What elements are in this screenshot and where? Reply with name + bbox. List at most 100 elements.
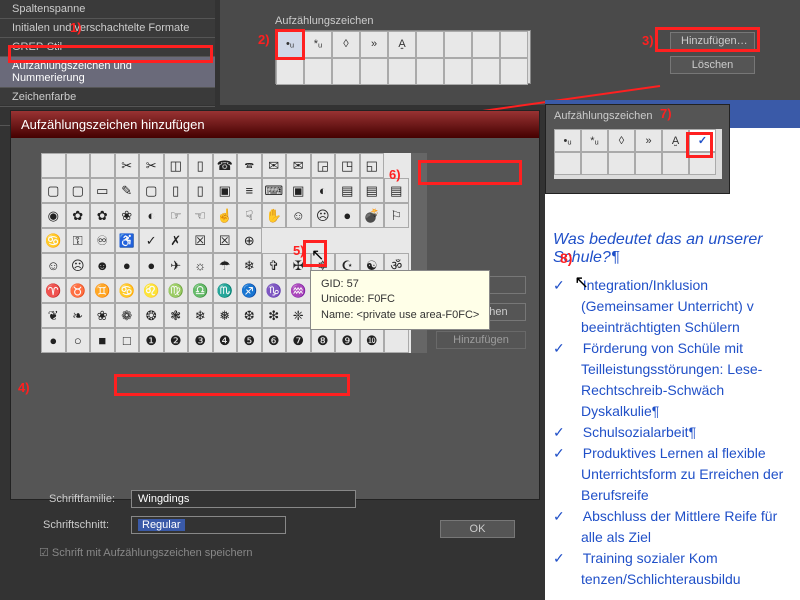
glyph-cell[interactable]: ❸ (188, 328, 213, 353)
glyph-cell[interactable]: ❽ (311, 328, 336, 353)
glyph-cell[interactable]: ❀ (115, 203, 140, 228)
glyph-cell[interactable]: ✂ (139, 153, 164, 178)
glyph-cell[interactable]: ❶ (139, 328, 164, 353)
glyph-cell[interactable]: ≡ (237, 178, 262, 203)
bullet-cell[interactable]: » (360, 31, 388, 58)
glyph-cell[interactable]: ❈ (286, 303, 311, 328)
glyph-cell[interactable]: ☎ (213, 153, 238, 178)
bullet-cell[interactable]: *ᵤ (581, 129, 608, 152)
glyph-cell[interactable]: ❄ (188, 303, 213, 328)
glyph-cell[interactable]: ⚐ (384, 203, 409, 228)
glyph-cell[interactable]: ❇ (262, 303, 287, 328)
glyph-cell[interactable]: ❼ (286, 328, 311, 353)
glyph-cell[interactable]: ● (41, 328, 66, 353)
font-style-dropdown[interactable]: Regular (131, 516, 286, 534)
glyph-cell[interactable]: ■ (90, 328, 115, 353)
glyph-cell[interactable]: 💣 (360, 203, 385, 228)
bullet-cell[interactable] (416, 31, 444, 58)
glyph-cell[interactable]: ❦ (41, 303, 66, 328)
glyph-cell[interactable]: ♿ (115, 228, 140, 253)
bullet-cell[interactable] (276, 58, 304, 85)
glyph-cell[interactable]: □ (115, 328, 140, 353)
glyph-cell[interactable]: ♋ (115, 278, 140, 303)
glyph-cell[interactable]: ❁ (115, 303, 140, 328)
glyph-cell[interactable]: ☞ (164, 203, 189, 228)
glyph-cell[interactable]: ♊ (90, 278, 115, 303)
glyph-cell[interactable]: ☂ (213, 253, 238, 278)
glyph-cell[interactable]: ♏ (213, 278, 238, 303)
bullet-cell[interactable] (581, 152, 608, 175)
glyph-cell[interactable]: ☹ (311, 203, 336, 228)
glyph-cell[interactable]: ◫ (164, 153, 189, 178)
glyph-cell[interactable]: ❀ (90, 303, 115, 328)
glyph-cell[interactable]: ● (115, 253, 140, 278)
glyph-cell[interactable]: ⊕ (237, 228, 262, 253)
bullet-cell[interactable] (608, 152, 635, 175)
glyph-cell[interactable]: ▤ (335, 178, 360, 203)
glyph-cell[interactable]: ❾ (335, 328, 360, 353)
glyph-cell[interactable] (90, 153, 115, 178)
glyph-cell[interactable]: ❹ (213, 328, 238, 353)
glyph-cell[interactable]: ⚿ (66, 228, 91, 253)
glyph-cell[interactable]: ♍ (164, 278, 189, 303)
bullet-cell[interactable] (554, 152, 581, 175)
glyph-cell[interactable]: ❷ (164, 328, 189, 353)
bullet-cell[interactable]: *ᵤ (304, 31, 332, 58)
glyph-cell[interactable]: ✉ (286, 153, 311, 178)
glyph-cell[interactable]: ☻ (90, 253, 115, 278)
glyph-cell[interactable]: ❄ (237, 253, 262, 278)
bullet-cell[interactable] (500, 58, 528, 85)
glyph-cell[interactable]: ♾ (90, 228, 115, 253)
bullet-cell[interactable] (332, 58, 360, 85)
glyph-cell[interactable]: ☒ (213, 228, 238, 253)
glyph-cell[interactable]: ▯ (188, 153, 213, 178)
font-family-dropdown[interactable]: Wingdings (131, 490, 356, 508)
glyph-cell[interactable]: ☹ (66, 253, 91, 278)
glyph-cell[interactable]: ✉ (262, 153, 287, 178)
glyph-cell[interactable]: ☜ (188, 203, 213, 228)
glyph-cell[interactable]: ▣ (286, 178, 311, 203)
glyph-cell[interactable]: ▯ (188, 178, 213, 203)
glyph-cell[interactable] (66, 153, 91, 178)
glyph-cell[interactable] (41, 153, 66, 178)
glyph-cell[interactable]: ✓ (139, 228, 164, 253)
glyph-cell[interactable]: ○ (66, 328, 91, 353)
glyph-cell[interactable]: ✂ (115, 153, 140, 178)
bullet-cell[interactable] (304, 58, 332, 85)
glyph-cell[interactable]: ✋ (262, 203, 287, 228)
glyph-cell[interactable]: ❆ (237, 303, 262, 328)
glyph-cell[interactable]: ❧ (66, 303, 91, 328)
bullet-cell[interactable] (444, 31, 472, 58)
glyph-cell[interactable]: ✈ (164, 253, 189, 278)
glyph-cell[interactable]: ✗ (164, 228, 189, 253)
sidebar-item[interactable]: Spaltenspanne (0, 0, 215, 19)
glyph-cell[interactable]: ☺ (286, 203, 311, 228)
dialog-add-button[interactable]: Hinzufügen (436, 331, 526, 349)
glyph-cell[interactable]: ☝ (213, 203, 238, 228)
bullet-cell[interactable]: •ᵤ (554, 129, 581, 152)
glyph-cell[interactable]: ◱ (360, 153, 385, 178)
bullet-cell[interactable]: ◊ (608, 129, 635, 152)
glyph-cell[interactable]: ☟ (237, 203, 262, 228)
bullet-cell[interactable]: A͍ (388, 31, 416, 58)
glyph-cell[interactable]: ❂ (139, 303, 164, 328)
glyph-cell[interactable]: ♒ (286, 278, 311, 303)
glyph-cell[interactable]: ♉ (66, 278, 91, 303)
glyph-cell[interactable]: ▣ (213, 178, 238, 203)
glyph-cell[interactable]: ✎ (115, 178, 140, 203)
glyph-cell[interactable]: ♈ (41, 278, 66, 303)
bullet-cell[interactable]: A͍ (662, 129, 689, 152)
delete-button[interactable]: Löschen (670, 56, 755, 74)
glyph-cell[interactable]: ☒ (188, 228, 213, 253)
glyph-cell[interactable]: ● (335, 203, 360, 228)
bullet-cell[interactable]: » (635, 129, 662, 152)
glyph-cell[interactable]: ▢ (41, 178, 66, 203)
glyph-cell[interactable]: ◳ (335, 153, 360, 178)
bullet-grid-main[interactable]: •ᵤ*ᵤ◊»A͍ (275, 30, 531, 84)
glyph-cell[interactable]: ❻ (262, 328, 287, 353)
bullet-cell[interactable] (500, 31, 528, 58)
glyph-cell[interactable]: ♌ (139, 278, 164, 303)
glyph-cell[interactable]: ▤ (360, 178, 385, 203)
glyph-cell[interactable]: ❃ (164, 303, 189, 328)
bullet-cell[interactable]: ◊ (332, 31, 360, 58)
